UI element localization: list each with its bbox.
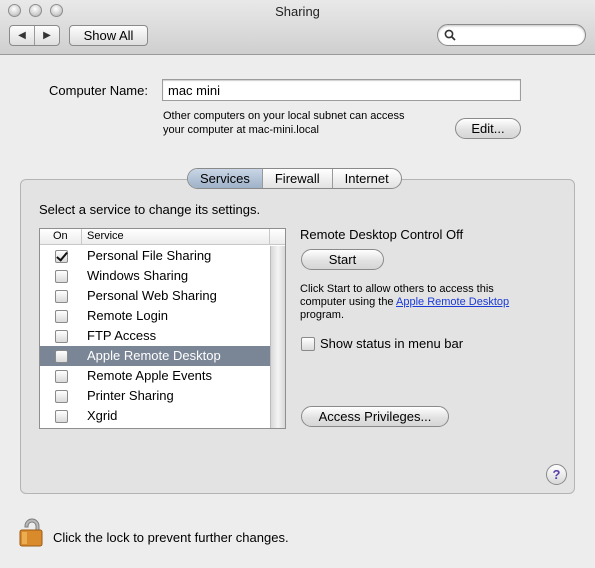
forward-arrow-icon[interactable]: ▶ (35, 26, 59, 45)
service-name: Windows Sharing (87, 268, 189, 283)
service-checkbox[interactable] (55, 330, 68, 343)
service-name: Personal File Sharing (87, 248, 212, 263)
computer-name-field[interactable]: mac mini (162, 79, 521, 101)
tab-internet[interactable]: Internet (331, 169, 401, 188)
help-button[interactable]: ? (546, 464, 567, 485)
service-status: Remote Desktop Control Off (300, 227, 464, 242)
service-name: Apple Remote Desktop (87, 348, 221, 363)
computer-name-description: Other computers on your local subnet can… (163, 110, 405, 136)
table-row[interactable]: Remote Login (40, 306, 270, 326)
service-name: FTP Access (87, 328, 157, 343)
service-name: Remote Login (87, 308, 168, 323)
table-row-selected[interactable]: Apple Remote Desktop (40, 346, 270, 366)
column-service[interactable]: Service (87, 229, 124, 244)
table-row[interactable]: Xgrid (40, 406, 270, 426)
computer-name-label: Computer Name: (49, 83, 148, 98)
tab-firewall[interactable]: Firewall (261, 169, 332, 188)
service-checkbox[interactable] (55, 290, 68, 303)
service-checkbox[interactable] (55, 270, 68, 283)
search-field[interactable] (437, 24, 586, 46)
search-icon (444, 29, 456, 41)
service-name: Personal Web Sharing (87, 288, 217, 303)
table-header: On Service (40, 229, 285, 245)
table-row[interactable]: FTP Access (40, 326, 270, 346)
table-scrollbar[interactable] (270, 246, 285, 428)
service-description: Click Start to allow others to access th… (300, 283, 510, 321)
service-checkbox[interactable] (55, 350, 68, 363)
service-checkbox[interactable] (55, 310, 68, 323)
services-instruction: Select a service to change its settings. (39, 202, 261, 217)
access-privileges-button[interactable]: Access Privileges... (301, 406, 449, 427)
table-row[interactable]: Personal Web Sharing (40, 286, 270, 306)
back-arrow-icon[interactable]: ◀ (10, 26, 35, 45)
table-row[interactable]: Remote Apple Events (40, 366, 270, 386)
service-checkbox[interactable] (55, 390, 68, 403)
service-name: Remote Apple Events (87, 368, 213, 383)
service-name: Printer Sharing (87, 388, 174, 403)
table-row[interactable]: Windows Sharing (40, 266, 270, 286)
tab-services[interactable]: Services (188, 169, 262, 188)
column-on[interactable]: On (40, 229, 82, 245)
show-status-checkbox[interactable] (301, 336, 315, 351)
back-forward-control: ◀ ▶ (9, 25, 60, 46)
table-row[interactable]: Printer Sharing (40, 386, 270, 406)
apple-remote-desktop-link[interactable]: Apple Remote Desktop (396, 296, 509, 308)
service-name: Xgrid (87, 408, 118, 423)
start-button[interactable]: Start (301, 249, 384, 270)
show-status-option[interactable]: Show status in menu bar (301, 336, 463, 351)
lock-message: Click the lock to prevent further change… (53, 530, 289, 545)
service-checkbox[interactable] (55, 370, 68, 383)
window-title: Sharing (275, 4, 320, 19)
tab-bar: Services Firewall Internet (187, 168, 402, 189)
show-status-label: Show status in menu bar (320, 336, 464, 351)
table-row[interactable]: Personal File Sharing (40, 246, 270, 266)
service-checkbox[interactable] (55, 410, 68, 423)
service-checkbox[interactable] (55, 250, 68, 263)
lock-icon[interactable] (19, 517, 45, 550)
services-table[interactable]: On Service Personal File Sharing Windows… (39, 228, 286, 429)
window-toolbar: Sharing ◀ ▶ Show All (0, 0, 595, 55)
edit-button[interactable]: Edit... (455, 118, 521, 139)
show-all-button[interactable]: Show All (69, 25, 148, 46)
